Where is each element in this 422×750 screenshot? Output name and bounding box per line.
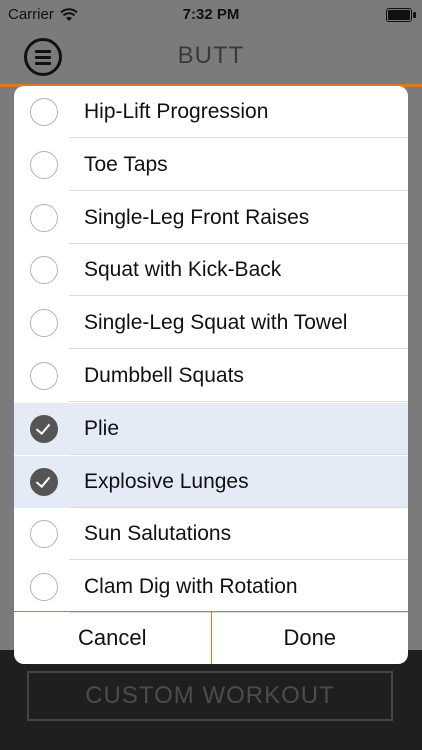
exercise-row[interactable]: Single-Leg Squat with Towel [14,297,408,350]
radio-circle-icon[interactable] [30,256,58,285]
exercise-label: Clam Dig with Rotation [84,575,298,599]
checkmark-icon[interactable] [30,467,58,496]
radio-circle-icon[interactable] [30,573,58,602]
status-time: 7:32 PM [182,6,240,23]
battery-icon [386,8,416,22]
exercise-row[interactable]: Dumbbell Squats [14,350,408,402]
radio-circle-icon[interactable] [30,520,58,549]
exercise-picker-dialog: Hip-Lift Progression Toe Taps Single-Leg F… [14,86,408,664]
radio-circle-icon[interactable] [30,150,58,179]
exercise-label: Squat with Kick-Back [84,258,282,282]
exercise-label: Hip-Lift Progression [84,100,269,123]
checkmark-icon[interactable] [30,414,58,443]
done-button[interactable]: Done [212,612,409,664]
exercise-row[interactable]: Hip-Lift Progression [14,86,408,138]
radio-circle-icon[interactable] [30,203,58,232]
exercise-label: Single-Leg Squat with Towel [84,311,348,335]
radio-circle-icon[interactable] [30,309,58,338]
exercise-row[interactable]: Toe Taps [14,139,408,191]
exercise-label: Explosive Lunges [84,469,249,493]
exercise-row[interactable]: Sun Salutations [14,508,408,561]
radio-circle-icon[interactable] [30,362,58,390]
exercise-label: Sun Salutations [84,522,232,546]
exercise-list[interactable]: Hip-Lift Progression Toe Taps Single-Leg F… [14,86,408,614]
status-bar: Carrier 7:32 PM [0,0,422,30]
exercise-row[interactable]: Single-Leg Front Raises [14,192,408,244]
nav-bar: BUTT [0,30,422,85]
exercise-label: Toe Taps [84,152,168,176]
dialog-footer: Cancel Done [14,611,408,664]
exercise-row[interactable]: Clam Dig with Rotation [14,561,408,614]
exercise-label: Single-Leg Front Raises [84,205,310,229]
exercise-row[interactable]: Squat with Kick-Back [14,244,408,297]
page-title: BUTT [177,42,245,69]
radio-circle-icon[interactable] [30,98,58,126]
exercise-row[interactable]: Explosive Lunges [14,455,408,508]
cancel-button[interactable]: Cancel [14,612,211,664]
exercise-label: Plie [84,416,120,440]
exercise-label: Dumbbell Squats [84,364,244,387]
custom-workout-button[interactable]: CUSTOM WORKOUT [27,671,393,721]
exercise-row[interactable]: Plie [14,402,408,455]
